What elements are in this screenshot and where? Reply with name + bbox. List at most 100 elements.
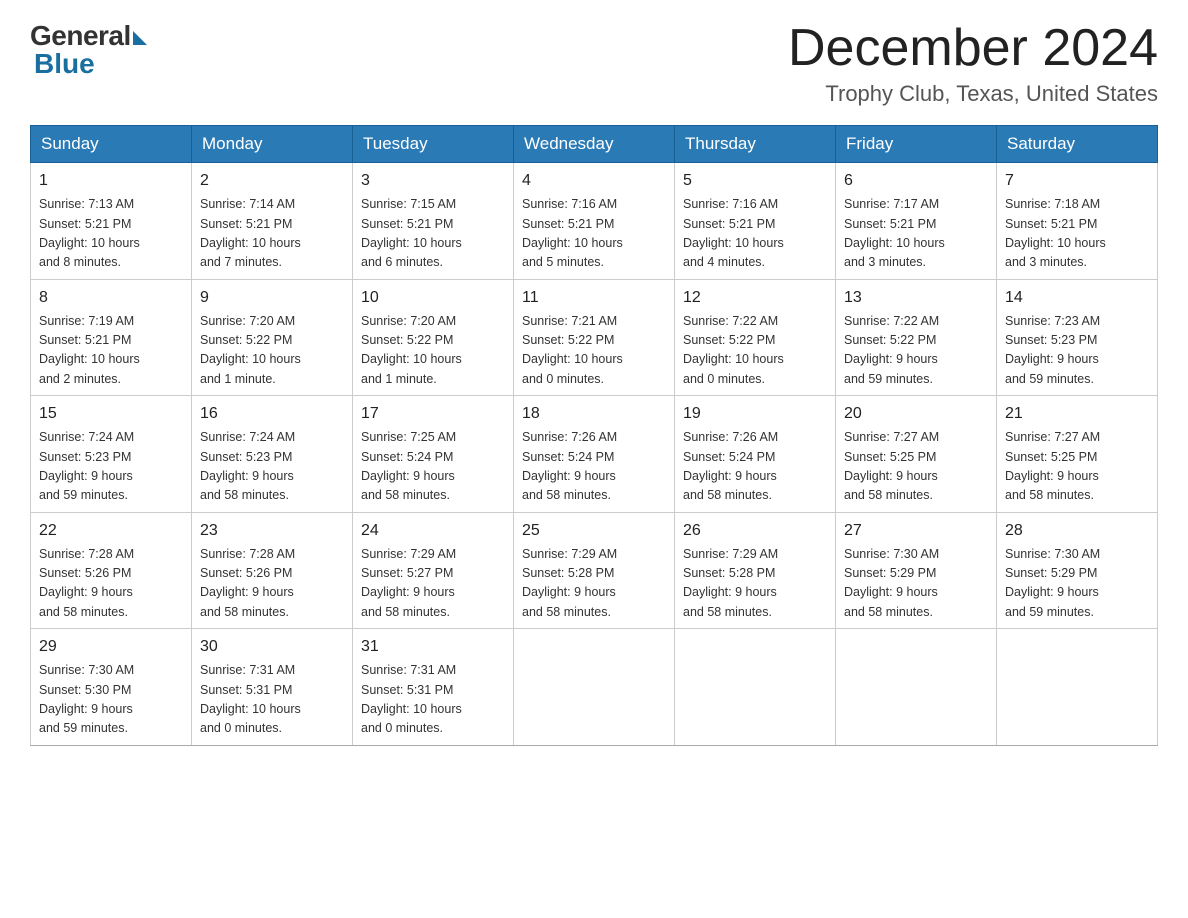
day-info: Sunrise: 7:15 AM Sunset: 5:21 PM Dayligh…	[361, 195, 505, 273]
logo-triangle-icon	[133, 31, 147, 45]
day-number: 3	[361, 169, 505, 193]
calendar-day-cell: 26Sunrise: 7:29 AM Sunset: 5:28 PM Dayli…	[675, 512, 836, 629]
calendar-day-cell: 4Sunrise: 7:16 AM Sunset: 5:21 PM Daylig…	[514, 163, 675, 280]
day-number: 18	[522, 402, 666, 426]
calendar-weekday-header: Sunday	[31, 126, 192, 163]
day-info: Sunrise: 7:18 AM Sunset: 5:21 PM Dayligh…	[1005, 195, 1149, 273]
day-info: Sunrise: 7:22 AM Sunset: 5:22 PM Dayligh…	[683, 312, 827, 390]
calendar-day-cell: 25Sunrise: 7:29 AM Sunset: 5:28 PM Dayli…	[514, 512, 675, 629]
day-info: Sunrise: 7:27 AM Sunset: 5:25 PM Dayligh…	[844, 428, 988, 506]
day-number: 11	[522, 286, 666, 310]
day-number: 12	[683, 286, 827, 310]
calendar-header-row: SundayMondayTuesdayWednesdayThursdayFrid…	[31, 126, 1158, 163]
calendar-day-cell	[836, 629, 997, 746]
day-info: Sunrise: 7:13 AM Sunset: 5:21 PM Dayligh…	[39, 195, 183, 273]
calendar-day-cell: 28Sunrise: 7:30 AM Sunset: 5:29 PM Dayli…	[997, 512, 1158, 629]
day-number: 30	[200, 635, 344, 659]
day-info: Sunrise: 7:22 AM Sunset: 5:22 PM Dayligh…	[844, 312, 988, 390]
day-number: 15	[39, 402, 183, 426]
day-info: Sunrise: 7:20 AM Sunset: 5:22 PM Dayligh…	[361, 312, 505, 390]
calendar-day-cell: 14Sunrise: 7:23 AM Sunset: 5:23 PM Dayli…	[997, 279, 1158, 396]
calendar-day-cell: 17Sunrise: 7:25 AM Sunset: 5:24 PM Dayli…	[353, 396, 514, 513]
day-info: Sunrise: 7:16 AM Sunset: 5:21 PM Dayligh…	[683, 195, 827, 273]
day-info: Sunrise: 7:31 AM Sunset: 5:31 PM Dayligh…	[200, 661, 344, 739]
day-info: Sunrise: 7:14 AM Sunset: 5:21 PM Dayligh…	[200, 195, 344, 273]
calendar-day-cell: 15Sunrise: 7:24 AM Sunset: 5:23 PM Dayli…	[31, 396, 192, 513]
day-number: 17	[361, 402, 505, 426]
calendar-day-cell	[997, 629, 1158, 746]
day-number: 27	[844, 519, 988, 543]
title-section: December 2024 Trophy Club, Texas, United…	[788, 20, 1158, 107]
day-info: Sunrise: 7:16 AM Sunset: 5:21 PM Dayligh…	[522, 195, 666, 273]
calendar-day-cell: 11Sunrise: 7:21 AM Sunset: 5:22 PM Dayli…	[514, 279, 675, 396]
calendar-day-cell: 19Sunrise: 7:26 AM Sunset: 5:24 PM Dayli…	[675, 396, 836, 513]
calendar-day-cell: 13Sunrise: 7:22 AM Sunset: 5:22 PM Dayli…	[836, 279, 997, 396]
calendar-day-cell: 31Sunrise: 7:31 AM Sunset: 5:31 PM Dayli…	[353, 629, 514, 746]
day-info: Sunrise: 7:25 AM Sunset: 5:24 PM Dayligh…	[361, 428, 505, 506]
day-number: 22	[39, 519, 183, 543]
location-title: Trophy Club, Texas, United States	[788, 81, 1158, 107]
day-number: 4	[522, 169, 666, 193]
day-number: 7	[1005, 169, 1149, 193]
day-info: Sunrise: 7:27 AM Sunset: 5:25 PM Dayligh…	[1005, 428, 1149, 506]
day-number: 10	[361, 286, 505, 310]
logo-blue-text: Blue	[34, 48, 95, 80]
day-info: Sunrise: 7:28 AM Sunset: 5:26 PM Dayligh…	[39, 545, 183, 623]
page-header: General Blue December 2024 Trophy Club, …	[30, 20, 1158, 107]
day-number: 20	[844, 402, 988, 426]
calendar-weekday-header: Friday	[836, 126, 997, 163]
day-number: 9	[200, 286, 344, 310]
day-info: Sunrise: 7:17 AM Sunset: 5:21 PM Dayligh…	[844, 195, 988, 273]
day-number: 13	[844, 286, 988, 310]
day-number: 28	[1005, 519, 1149, 543]
calendar-weekday-header: Monday	[192, 126, 353, 163]
calendar-day-cell: 22Sunrise: 7:28 AM Sunset: 5:26 PM Dayli…	[31, 512, 192, 629]
calendar-day-cell: 1Sunrise: 7:13 AM Sunset: 5:21 PM Daylig…	[31, 163, 192, 280]
day-info: Sunrise: 7:30 AM Sunset: 5:29 PM Dayligh…	[1005, 545, 1149, 623]
calendar-day-cell: 24Sunrise: 7:29 AM Sunset: 5:27 PM Dayli…	[353, 512, 514, 629]
day-number: 21	[1005, 402, 1149, 426]
calendar-day-cell: 29Sunrise: 7:30 AM Sunset: 5:30 PM Dayli…	[31, 629, 192, 746]
calendar-day-cell: 10Sunrise: 7:20 AM Sunset: 5:22 PM Dayli…	[353, 279, 514, 396]
day-number: 1	[39, 169, 183, 193]
calendar-weekday-header: Saturday	[997, 126, 1158, 163]
calendar-weekday-header: Tuesday	[353, 126, 514, 163]
calendar-day-cell: 7Sunrise: 7:18 AM Sunset: 5:21 PM Daylig…	[997, 163, 1158, 280]
day-info: Sunrise: 7:20 AM Sunset: 5:22 PM Dayligh…	[200, 312, 344, 390]
day-info: Sunrise: 7:29 AM Sunset: 5:27 PM Dayligh…	[361, 545, 505, 623]
calendar-weekday-header: Thursday	[675, 126, 836, 163]
calendar-day-cell: 8Sunrise: 7:19 AM Sunset: 5:21 PM Daylig…	[31, 279, 192, 396]
calendar-day-cell: 16Sunrise: 7:24 AM Sunset: 5:23 PM Dayli…	[192, 396, 353, 513]
calendar-day-cell: 2Sunrise: 7:14 AM Sunset: 5:21 PM Daylig…	[192, 163, 353, 280]
day-number: 5	[683, 169, 827, 193]
calendar-day-cell: 12Sunrise: 7:22 AM Sunset: 5:22 PM Dayli…	[675, 279, 836, 396]
calendar-day-cell: 30Sunrise: 7:31 AM Sunset: 5:31 PM Dayli…	[192, 629, 353, 746]
calendar-day-cell: 6Sunrise: 7:17 AM Sunset: 5:21 PM Daylig…	[836, 163, 997, 280]
calendar-day-cell	[675, 629, 836, 746]
calendar-week-row: 8Sunrise: 7:19 AM Sunset: 5:21 PM Daylig…	[31, 279, 1158, 396]
day-info: Sunrise: 7:19 AM Sunset: 5:21 PM Dayligh…	[39, 312, 183, 390]
day-info: Sunrise: 7:30 AM Sunset: 5:30 PM Dayligh…	[39, 661, 183, 739]
calendar-day-cell: 5Sunrise: 7:16 AM Sunset: 5:21 PM Daylig…	[675, 163, 836, 280]
calendar-day-cell: 23Sunrise: 7:28 AM Sunset: 5:26 PM Dayli…	[192, 512, 353, 629]
day-number: 2	[200, 169, 344, 193]
day-number: 19	[683, 402, 827, 426]
month-title: December 2024	[788, 20, 1158, 77]
day-number: 16	[200, 402, 344, 426]
day-number: 24	[361, 519, 505, 543]
day-info: Sunrise: 7:31 AM Sunset: 5:31 PM Dayligh…	[361, 661, 505, 739]
logo: General Blue	[30, 20, 147, 80]
calendar-day-cell: 18Sunrise: 7:26 AM Sunset: 5:24 PM Dayli…	[514, 396, 675, 513]
day-info: Sunrise: 7:30 AM Sunset: 5:29 PM Dayligh…	[844, 545, 988, 623]
calendar-day-cell: 20Sunrise: 7:27 AM Sunset: 5:25 PM Dayli…	[836, 396, 997, 513]
calendar-week-row: 29Sunrise: 7:30 AM Sunset: 5:30 PM Dayli…	[31, 629, 1158, 746]
day-number: 23	[200, 519, 344, 543]
calendar-day-cell: 27Sunrise: 7:30 AM Sunset: 5:29 PM Dayli…	[836, 512, 997, 629]
calendar-weekday-header: Wednesday	[514, 126, 675, 163]
day-info: Sunrise: 7:26 AM Sunset: 5:24 PM Dayligh…	[683, 428, 827, 506]
day-number: 8	[39, 286, 183, 310]
calendar-week-row: 1Sunrise: 7:13 AM Sunset: 5:21 PM Daylig…	[31, 163, 1158, 280]
day-number: 29	[39, 635, 183, 659]
day-info: Sunrise: 7:28 AM Sunset: 5:26 PM Dayligh…	[200, 545, 344, 623]
day-info: Sunrise: 7:24 AM Sunset: 5:23 PM Dayligh…	[200, 428, 344, 506]
